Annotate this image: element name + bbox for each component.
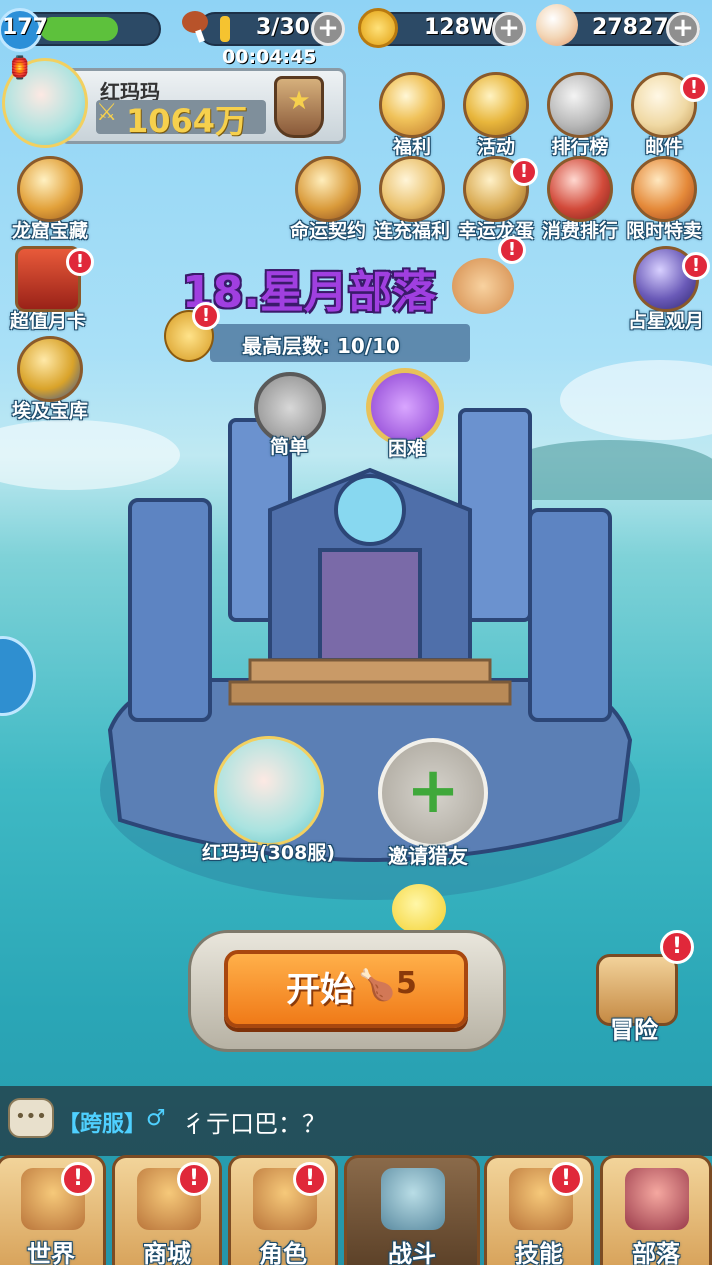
chick-mascot: [392, 884, 446, 934]
alert-icon: !: [680, 74, 708, 102]
alert-icon: !: [66, 248, 94, 276]
events-button[interactable]: 活动: [456, 72, 536, 159]
chest-icon: [631, 156, 697, 222]
gender-icon: ♂: [146, 1106, 166, 1131]
gift-icon: [379, 72, 445, 138]
recharge-welfare-button[interactable]: 连充福利: [372, 156, 452, 243]
monthly-card-button[interactable]: 超值月卡 !: [8, 246, 94, 333]
chat-bubble-icon[interactable]: •••: [8, 1098, 54, 1138]
member-avatar: [214, 736, 324, 846]
mail-button[interactable]: 邮件 !: [624, 72, 708, 159]
tribe-hut-icon: [625, 1168, 689, 1230]
horn-icon: [463, 72, 529, 138]
level-text: 177: [2, 15, 48, 40]
lucky-dragon-egg-button[interactable]: 幸运龙蛋 !: [456, 156, 538, 243]
tab-shop[interactable]: 商城 !: [112, 1155, 222, 1265]
scarab-icon: [17, 336, 83, 402]
gold-coin-icon: [358, 8, 398, 48]
banner-icon: [547, 156, 613, 222]
handshake-icon[interactable]: [452, 258, 514, 314]
tab-world[interactable]: 世界 !: [0, 1155, 106, 1265]
rank-badge[interactable]: ★: [274, 76, 324, 138]
stamina-fill: [220, 16, 230, 42]
alert-icon: !: [293, 1162, 327, 1196]
invite-hunter-button[interactable]: + 邀请猎友: [376, 738, 496, 868]
max-floor-text: 最高层数: 10/10: [242, 334, 400, 358]
tab-character[interactable]: 角色 !: [228, 1155, 338, 1265]
dragon-cave-treasure-button[interactable]: 龙窟宝藏: [10, 156, 90, 243]
alert-icon: !: [192, 302, 220, 330]
power-text: 1064万: [126, 102, 248, 140]
trophy-icon: [547, 72, 613, 138]
party-member-slot[interactable]: 红玛玛(308服): [198, 736, 348, 864]
tab-skills[interactable]: 技能 !: [484, 1155, 594, 1265]
lantern-icon: 🏮: [6, 56, 34, 81]
gem-text: 27827: [592, 15, 669, 40]
tab-battle[interactable]: 战斗: [344, 1155, 480, 1265]
fate-contract-button[interactable]: 命运契约: [288, 156, 368, 243]
alert-icon: !: [498, 236, 526, 264]
treasure-icon: [379, 156, 445, 222]
alert-icon: !: [549, 1162, 583, 1196]
stargazing-button[interactable]: 占星观月 !: [626, 246, 710, 333]
pearl-icon: [536, 4, 578, 46]
adventure-button[interactable]: 冒险 !: [588, 930, 694, 1054]
crossed-weapons-icon: [381, 1168, 445, 1230]
drumstick-icon: [180, 6, 214, 46]
stamina-text: 3/30: [256, 15, 310, 40]
tab-tribe[interactable]: 部落: [600, 1155, 712, 1265]
plus-icon: +: [378, 738, 488, 848]
alert-icon: !: [682, 252, 710, 280]
add-stamina-button[interactable]: +: [311, 12, 345, 46]
spending-rank-button[interactable]: 消费排行: [540, 156, 620, 243]
alert-icon: !: [660, 930, 694, 964]
welfare-button[interactable]: 福利: [372, 72, 452, 159]
alert-icon: !: [61, 1162, 95, 1196]
gold-text: 128W: [424, 15, 495, 40]
game-screen: { "status": { "level": "177", "stamina":…: [0, 0, 712, 1265]
chat-message: 彳亍口巴：？: [182, 1110, 326, 1138]
scroll-icon: [295, 156, 361, 222]
exp-fill: [40, 17, 118, 41]
alert-icon: !: [177, 1162, 211, 1196]
chat-channel: 【跨服】: [58, 1112, 147, 1137]
add-gold-button[interactable]: +: [492, 12, 526, 46]
stage-title: 18.星月部落: [182, 267, 436, 318]
egypt-vault-button[interactable]: 埃及宝库: [10, 336, 90, 423]
flash-sale-button[interactable]: 限时特卖: [624, 156, 704, 243]
temple-island: [100, 408, 640, 900]
drumstick-icon: 🍗: [358, 968, 396, 1003]
start-button[interactable]: 开始 🍗 5: [224, 950, 468, 1028]
member-name: 红玛玛(308服): [202, 842, 336, 864]
alert-icon: !: [510, 158, 538, 186]
side-drawer-toggle[interactable]: [0, 636, 36, 716]
sword-icon: ⚔: [96, 98, 118, 126]
add-gem-button[interactable]: +: [666, 12, 700, 46]
difficulty-easy-button[interactable]: 简单: [254, 372, 330, 458]
dragon-cave-icon: [17, 156, 83, 222]
difficulty-hard-button[interactable]: 困难: [366, 368, 448, 460]
leaderboard-button[interactable]: 排行榜: [540, 72, 620, 159]
start-cost: 5: [396, 966, 417, 1001]
